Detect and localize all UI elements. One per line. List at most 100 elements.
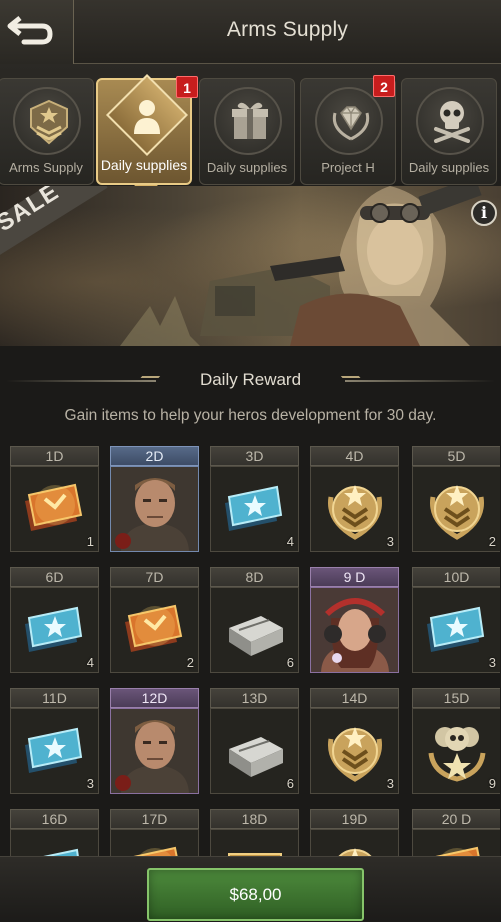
reward-cell[interactable]: 4D 3 — [310, 446, 399, 554]
tab-label: Daily supplies — [100, 157, 188, 173]
reward-day-label: 3D — [210, 446, 299, 466]
reward-quantity: 3 — [386, 776, 394, 791]
reward-quantity: 6 — [286, 655, 294, 670]
reward-day-label: 18D — [210, 809, 299, 829]
reward-day-label: 6D — [10, 567, 99, 587]
section-heading: Daily Reward — [0, 362, 501, 398]
reward-item-slot: 2 — [110, 587, 199, 673]
reward-grid: 1D 1 2D 3D 4 4D 3 5D 2 6D 4 7D 2 8D 6 9 D 10D 3 11D 3 12D 13D… — [10, 446, 500, 856]
reward-cell[interactable]: 19D — [310, 809, 399, 856]
tab-label: Project H — [321, 160, 375, 175]
reward-cell[interactable]: 2D — [110, 446, 199, 554]
reward-day-label: 10D — [412, 567, 500, 587]
reward-day-label: 8D — [210, 567, 299, 587]
back-arrow-icon — [7, 16, 53, 45]
reward-item-slot: 3 — [412, 587, 500, 673]
reward-cell[interactable]: 16D — [10, 809, 99, 856]
reward-item-slot — [10, 829, 99, 856]
reward-day-label: 15D — [412, 688, 500, 708]
reward-quantity: 4 — [286, 534, 294, 549]
tab-label: Daily supplies — [408, 160, 490, 175]
reward-cell[interactable]: 13D 6 — [210, 688, 299, 796]
banner-artwork — [120, 186, 482, 346]
reward-day-label: 1D — [10, 446, 99, 466]
gift-icon — [232, 102, 268, 139]
reward-item-slot: 2 — [412, 466, 500, 552]
reward-quantity: 4 — [86, 655, 94, 670]
reward-item-slot: 3 — [310, 466, 399, 552]
reward-day-label: 9 D — [310, 567, 399, 587]
reward-cell[interactable]: 6D 4 — [10, 567, 99, 675]
reward-day-label: 2D — [110, 446, 199, 466]
promo-banner: SALE i — [0, 186, 501, 346]
reward-cell[interactable]: 15D 9 — [412, 688, 500, 796]
reward-cell[interactable]: 8D 6 — [210, 567, 299, 675]
reward-cell[interactable]: 5D 2 — [412, 446, 500, 554]
rank-emblem-icon — [30, 99, 68, 145]
reward-day-label: 13D — [210, 688, 299, 708]
reward-day-label: 17D — [110, 809, 199, 829]
tab-project-h[interactable]: Project H 2 — [300, 75, 396, 185]
tab-arms-supply[interactable]: Arms Supply — [0, 78, 94, 185]
reward-item-slot — [110, 829, 199, 856]
reward-item-slot — [210, 829, 299, 856]
reward-cell[interactable]: 18D — [210, 809, 299, 856]
reward-cell[interactable]: 10D 3 — [412, 567, 500, 675]
reward-cell[interactable]: 3D 4 — [210, 446, 299, 554]
diamond-laurel-icon — [332, 106, 370, 141]
reward-quantity: 2 — [488, 534, 496, 549]
tab-label: Arms Supply — [9, 160, 83, 175]
bottom-bar: $68,00 — [0, 856, 501, 922]
reward-item-slot — [310, 829, 399, 856]
reward-item-slot: 6 — [210, 587, 299, 673]
reward-quantity: 9 — [488, 776, 496, 791]
reward-item-slot — [412, 829, 500, 856]
reward-day-label: 5D — [412, 446, 500, 466]
reward-item-slot: 3 — [310, 708, 399, 794]
notification-badge: 1 — [176, 76, 198, 98]
tab-bar: Arms Supply Daily supplies 1 Daily suppl… — [0, 64, 501, 195]
reward-day-label: 7D — [110, 567, 199, 587]
reward-cell[interactable]: 7D 2 — [110, 567, 199, 675]
reward-item-slot — [310, 587, 399, 673]
reward-day-label: 19D — [310, 809, 399, 829]
price-label: $68,00 — [229, 885, 282, 904]
reward-cell[interactable]: 17D — [110, 809, 199, 856]
reward-quantity: 1 — [86, 534, 94, 549]
reward-item-slot: 9 — [412, 708, 500, 794]
reward-quantity: 3 — [488, 655, 496, 670]
reward-cell[interactable]: 12D — [110, 688, 199, 796]
reward-cell[interactable]: 1D 1 — [10, 446, 99, 554]
reward-day-label: 11D — [10, 688, 99, 708]
purchase-button[interactable]: $68,00 — [147, 868, 364, 921]
reward-quantity: 3 — [86, 776, 94, 791]
reward-cell[interactable]: 14D 3 — [310, 688, 399, 796]
back-button[interactable] — [0, 0, 74, 64]
notification-badge: 2 — [373, 75, 395, 97]
tab-daily-supplies-skull[interactable]: Daily supplies — [401, 78, 497, 185]
reward-day-label: 20 D — [412, 809, 500, 829]
reward-day-label: 4D — [310, 446, 399, 466]
section-subtitle: Gain items to help your heros developmen… — [64, 407, 437, 424]
reward-cell[interactable]: 11D 3 — [10, 688, 99, 796]
reward-item-slot: 4 — [10, 587, 99, 673]
reward-quantity: 2 — [186, 655, 194, 670]
tab-label: Daily supplies — [206, 160, 288, 175]
reward-day-label: 12D — [110, 688, 199, 708]
info-button[interactable]: i — [471, 200, 497, 226]
person-icon — [134, 100, 160, 134]
reward-item-slot: 1 — [10, 466, 99, 552]
reward-quantity: 6 — [286, 776, 294, 791]
header-bar: Arms Supply — [0, 0, 501, 64]
reward-day-label: 16D — [10, 809, 99, 829]
tab-daily-supplies-active[interactable]: Daily supplies 1 — [96, 73, 198, 195]
reward-item-slot: 4 — [210, 466, 299, 552]
reward-item-slot: 6 — [210, 708, 299, 794]
tab-daily-supplies-gift[interactable]: Daily supplies — [199, 78, 295, 185]
reward-cell[interactable]: 9 D — [310, 567, 399, 675]
page-title: Arms Supply — [226, 18, 349, 41]
reward-cell[interactable]: 20 D — [412, 809, 500, 856]
reward-item-slot — [110, 708, 199, 794]
reward-item-slot: 3 — [10, 708, 99, 794]
reward-quantity: 3 — [386, 534, 394, 549]
